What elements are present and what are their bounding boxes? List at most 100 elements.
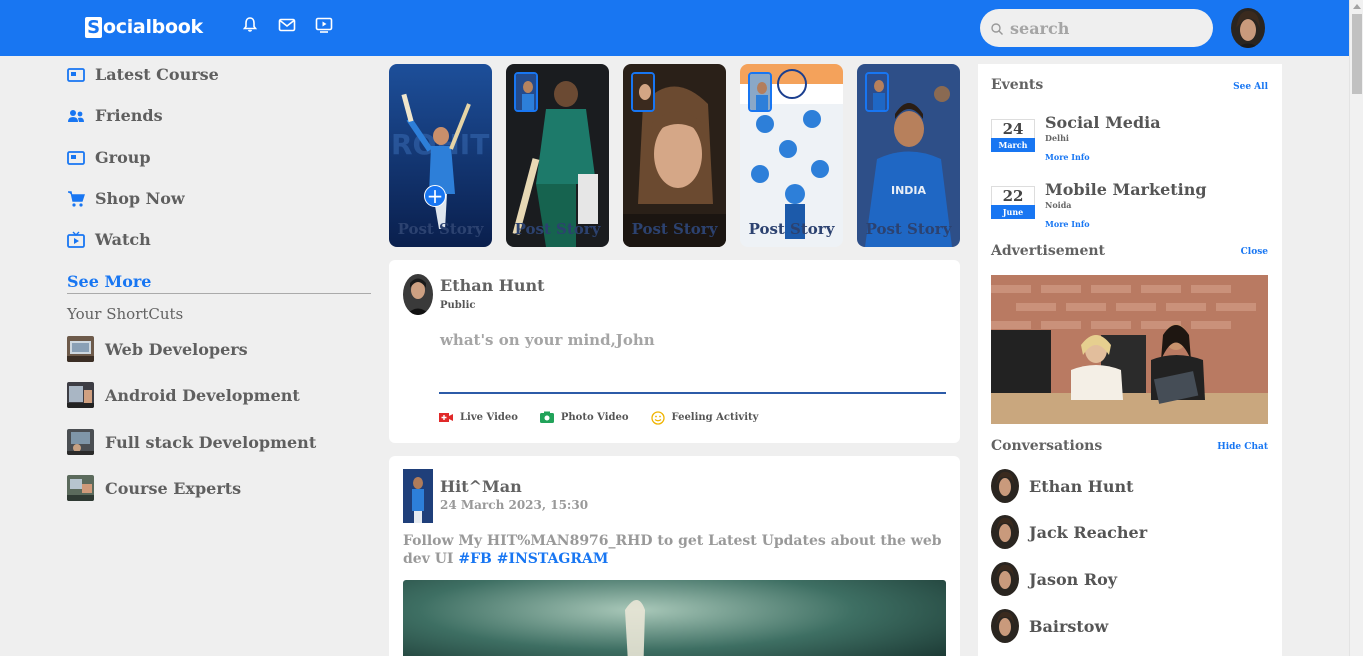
shortcut-label: Full stack Development	[105, 432, 317, 452]
page-scrollbar[interactable]	[1349, 0, 1363, 656]
sidebar-item-watch[interactable]: Watch	[67, 230, 151, 249]
user-name[interactable]: Ethan Hunt	[440, 276, 545, 295]
story-label: Post Story	[865, 220, 952, 238]
logo-initial: S	[85, 16, 102, 38]
event-date: 22 June	[991, 186, 1035, 219]
story-label: Post Story	[631, 220, 718, 238]
sidebar-item-latest-course[interactable]: Latest Course	[67, 65, 219, 84]
scroll-up-arrow[interactable]	[1353, 4, 1361, 9]
action-label: Feeling Activity	[671, 411, 759, 423]
story-card[interactable]: Post Story	[506, 64, 609, 247]
photo-icon	[539, 411, 554, 423]
event-title: Mobile Marketing	[1045, 180, 1207, 199]
shortcut-course-experts[interactable]: Course Experts	[67, 475, 241, 501]
sidebar-item-friends[interactable]: Friends	[67, 106, 163, 125]
sidebar-item-group[interactable]: Group	[67, 148, 151, 167]
live-video-button[interactable]: Live Video	[439, 411, 518, 423]
search-box[interactable]	[980, 9, 1213, 47]
contact-name: Ethan Hunt	[1029, 476, 1134, 496]
search-icon	[990, 21, 1004, 35]
conversation-item[interactable]: Jason Roy	[991, 562, 1117, 596]
event-date: 24 March	[991, 119, 1035, 152]
shortcut-label: Course Experts	[105, 478, 242, 498]
advertisement-image[interactable]	[991, 275, 1268, 424]
scroll-thumb[interactable]	[1352, 14, 1362, 94]
post-author-name[interactable]: Hit^Man	[440, 477, 522, 496]
close-ad-link[interactable]: Close	[1241, 247, 1268, 257]
conversation-item[interactable]: Ethan Hunt	[991, 469, 1134, 503]
search-input[interactable]	[1010, 18, 1200, 38]
story-card[interactable]: Post Story	[740, 64, 843, 247]
smile-icon	[650, 411, 665, 425]
contact-name: Jack Reacher	[1029, 522, 1148, 542]
contact-avatar	[991, 515, 1019, 549]
story-card[interactable]: INDIA Post Story	[857, 64, 960, 247]
shortcut-full-stack-development[interactable]: Full stack Development	[67, 429, 316, 455]
action-label: Photo Video	[560, 411, 629, 423]
shortcut-thumbnail	[67, 382, 94, 408]
shortcut-thumbnail	[67, 475, 94, 501]
story-label: Post Story	[514, 220, 601, 238]
contact-name: Bairstow	[1029, 616, 1109, 636]
event-month: June	[991, 205, 1035, 219]
sidebar-item-shop-now[interactable]: Shop Now	[67, 189, 185, 208]
see-more-link[interactable]: See More	[67, 272, 371, 294]
more-info-link[interactable]: More Info	[1045, 152, 1090, 162]
hashtag-link[interactable]: #FB	[458, 551, 492, 567]
hide-chat-link[interactable]: Hide Chat	[1217, 442, 1268, 452]
contact-avatar	[991, 609, 1019, 643]
contact-avatar	[991, 469, 1019, 503]
hashtag-link[interactable]: #INSTAGRAM	[497, 551, 609, 567]
more-info-link[interactable]: More Info	[1045, 219, 1090, 229]
event-title: Social Media	[1045, 113, 1161, 132]
post-textarea[interactable]	[439, 330, 946, 394]
conversation-item[interactable]: Bairstow	[991, 609, 1108, 643]
mail-icon[interactable]	[278, 16, 296, 34]
profile-avatar[interactable]	[1231, 8, 1265, 48]
shortcut-web-developers[interactable]: Web Developers	[67, 336, 248, 362]
shortcut-android-development[interactable]: Android Development	[67, 382, 300, 408]
friends-icon	[67, 107, 85, 125]
story-avatar	[631, 72, 655, 112]
video-icon[interactable]	[315, 16, 333, 34]
right-sidebar: Events See All 24 March Social Media Del…	[978, 64, 1282, 656]
shortcut-thumbnail	[67, 336, 94, 362]
nav-icons	[241, 16, 333, 34]
create-post-card: Ethan Hunt Public Live Video Photo Video…	[389, 260, 960, 443]
shortcut-label: Android Development	[105, 385, 300, 405]
post-body: Follow My HIT%MAN8976_RHD to get Latest …	[403, 532, 948, 568]
event-day: 22	[991, 186, 1035, 205]
advertisement-heading: Advertisement	[991, 243, 1106, 259]
group-icon	[67, 149, 85, 167]
post-author-avatar[interactable]	[403, 469, 433, 523]
post-timestamp: 24 March 2023, 15:30	[440, 498, 589, 512]
post-actions: Live Video Photo Video Feeling Activity	[439, 411, 759, 425]
event-day: 24	[991, 119, 1035, 138]
story-card[interactable]: Post Story	[623, 64, 726, 247]
logo[interactable]: Socialbook	[85, 15, 203, 39]
cart-icon	[67, 190, 85, 208]
story-avatar	[514, 72, 538, 112]
bell-icon[interactable]	[241, 16, 259, 34]
news-icon	[67, 66, 85, 84]
sidebar-item-label: Watch	[95, 230, 151, 249]
post-image[interactable]	[403, 580, 946, 656]
conversation-item[interactable]: Jack Reacher	[991, 515, 1147, 549]
feeling-activity-button[interactable]: Feeling Activity	[650, 411, 759, 425]
see-all-link[interactable]: See All	[1233, 82, 1268, 92]
add-story-icon[interactable]: +	[424, 185, 446, 207]
story-avatar	[748, 72, 772, 112]
live-video-icon	[439, 411, 453, 423]
event-location: Delhi	[1045, 133, 1069, 143]
sidebar-item-label: Friends	[95, 106, 163, 125]
privacy-label[interactable]: Public	[440, 300, 475, 311]
event-location: Noida	[1045, 200, 1072, 210]
shortcut-thumbnail	[67, 429, 94, 455]
action-label: Live Video	[460, 411, 518, 423]
conversations-heading: Conversations	[991, 438, 1103, 454]
stories-row: ROHIT + Post Story Post Story	[389, 64, 960, 247]
photo-video-button[interactable]: Photo Video	[539, 411, 629, 423]
shortcut-label: Web Developers	[105, 339, 248, 359]
logo-text: ocialbook	[103, 16, 203, 38]
story-card[interactable]: ROHIT + Post Story	[389, 64, 492, 247]
